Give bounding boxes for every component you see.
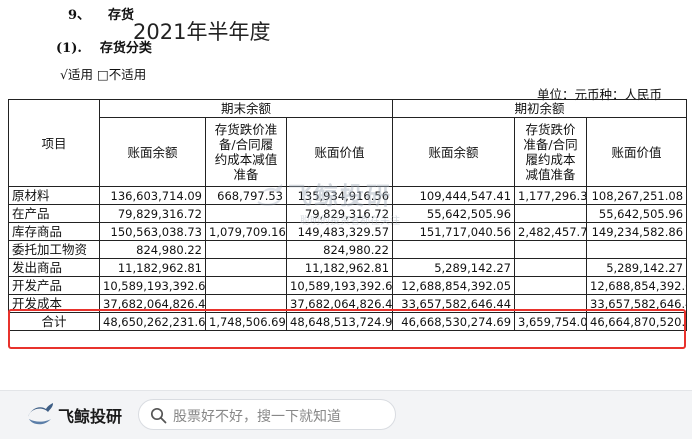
end-balance-cell: 37,682,064,826.42 [99, 294, 206, 313]
row-item: 发出商品 [8, 258, 100, 277]
section-number: 9、 [68, 8, 91, 23]
section-name: 存货 [108, 8, 135, 23]
begin-value-cell: 55,642,505.96 [586, 204, 688, 223]
watermark-title: 飞鲸投研 [288, 182, 392, 210]
table-row: 开发成本 37,682,064,826.42 37,682,064,826.42… [8, 294, 688, 313]
begin-provision-cell [514, 258, 588, 277]
begin-balance-cell: 12,688,854,392.05 [392, 276, 516, 295]
row-item: 在产品 [8, 204, 100, 223]
whale-logo-icon[interactable] [26, 401, 54, 429]
header-end-provision: 存货跌价准 备/合同履 约成本减值 准备 [205, 117, 287, 187]
begin-provision-cell: 1,177,296.33 [514, 186, 588, 205]
end-provision-cell [205, 240, 287, 259]
applicability-note: √适用 □不适用 [60, 67, 147, 82]
watermark-whale-icon [257, 184, 283, 206]
end-balance-cell: 824,980.22 [99, 240, 206, 259]
total-begin-balance: 46,668,530,274.69 [392, 312, 516, 331]
end-balance-cell: 10,589,193,392.69 [99, 276, 206, 295]
begin-balance-cell: 151,717,040.56 [392, 222, 516, 241]
report-title: 2021年半年度 [133, 20, 271, 44]
brand-name[interactable]: 飞鲸投研 [58, 403, 122, 427]
header-begin-provision-line: 存货跌价 [525, 122, 576, 137]
section-heading: 9、 存货 [68, 4, 134, 23]
total-end-balance: 48,650,262,231.68 [99, 312, 206, 331]
begin-value-cell: 149,234,582.86 [586, 222, 688, 241]
search-icon [150, 407, 167, 424]
total-label: 合计 [8, 312, 100, 331]
subsection-heading: (1). 存货分类 [56, 37, 152, 56]
end-value-cell: 37,682,064,826.42 [285, 294, 394, 313]
header-begin-book-balance: 账面余额 [392, 117, 516, 187]
end-provision-cell [205, 294, 287, 313]
end-provision-cell: 1,079,709.16 [205, 222, 287, 241]
header-period-begin: 期初余额 [392, 99, 688, 118]
header-begin-book-value: 账面价值 [586, 117, 688, 187]
header-period-end: 期末余额 [98, 99, 394, 118]
table-row: 发出商品 11,182,962.81 11,182,962.81 5,289,1… [8, 258, 688, 277]
end-value-cell: 10,589,193,392.69 [285, 276, 394, 295]
subsection-number: (1). [56, 41, 82, 56]
watermark-subtitle: 聪明的投资者都在关注 [300, 216, 400, 227]
begin-provision-cell [514, 240, 588, 259]
begin-provision-cell [514, 294, 588, 313]
total-row: 合计 48,650,262,231.68 1,748,506.69 48,648… [8, 312, 688, 331]
row-item: 原材料 [8, 186, 100, 205]
begin-balance-cell: 109,444,547.41 [392, 186, 516, 205]
header-begin-provision-line: 准备/合同 [523, 137, 578, 152]
begin-value-cell [586, 240, 688, 259]
end-value-cell: 11,182,962.81 [285, 258, 394, 277]
search-placeholder: 股票好不好，搜一下就知道 [173, 409, 341, 425]
end-balance-cell: 79,829,316.72 [99, 204, 206, 223]
header-end-provision-line: 备/合同履 [218, 137, 274, 152]
table-row: 开发产品 10,589,193,392.69 10,589,193,392.69… [8, 276, 688, 295]
begin-balance-cell: 33,657,582,646.44 [392, 294, 516, 313]
begin-balance-cell: 5,289,142.27 [392, 258, 516, 277]
header-begin-provision-line: 履约成本 [525, 152, 576, 167]
begin-value-cell: 5,289,142.27 [586, 258, 688, 277]
row-item: 开发成本 [8, 294, 100, 313]
end-provision-cell [205, 276, 287, 295]
total-end-value: 48,648,513,724.99 [285, 312, 394, 331]
begin-value-cell: 12,688,854,392.05 [586, 276, 688, 295]
table-row: 委托加工物资 824,980.22 824,980.22 [8, 240, 688, 259]
search-input[interactable]: 股票好不好，搜一下就知道 [138, 399, 396, 430]
begin-provision-cell: 2,482,457.70 [514, 222, 588, 241]
row-item: 库存商品 [8, 222, 100, 241]
total-end-provision: 1,748,506.69 [205, 312, 287, 331]
total-begin-provision: 3,659,754.03 [514, 312, 588, 331]
end-balance-cell: 11,182,962.81 [99, 258, 206, 277]
begin-provision-cell [514, 276, 588, 295]
header-end-provision-line: 存货跌价准 [214, 122, 278, 137]
end-provision-cell [205, 258, 287, 277]
begin-balance-cell: 55,642,505.96 [392, 204, 516, 223]
end-value-cell: 824,980.22 [285, 240, 394, 259]
header-begin-provision: 存货跌价 准备/合同 履约成本 减值准备 [514, 117, 588, 187]
subsection-name: 存货分类 [99, 41, 152, 56]
total-begin-value: 46,664,870,520.66 [586, 312, 688, 331]
header-item: 项目 [8, 99, 100, 187]
end-balance-cell: 150,563,038.73 [99, 222, 206, 241]
row-item: 开发产品 [8, 276, 100, 295]
header-end-book-balance: 账面余额 [99, 117, 206, 187]
begin-value-cell: 108,267,251.08 [586, 186, 688, 205]
begin-value-cell: 33,657,582,646.44 [586, 294, 688, 313]
row-item: 委托加工物资 [8, 240, 100, 259]
begin-provision-cell [514, 204, 588, 223]
begin-balance-cell [392, 240, 516, 259]
header-begin-provision-line: 减值准备 [525, 167, 576, 182]
footer-bar: 飞鲸投研 股票好不好，搜一下就知道 [0, 390, 692, 439]
header-end-provision-line: 约成本减值 [214, 152, 278, 167]
header-row-1: 项目 期末余额 期初余额 [8, 99, 688, 187]
end-balance-cell: 136,603,714.09 [99, 186, 206, 205]
